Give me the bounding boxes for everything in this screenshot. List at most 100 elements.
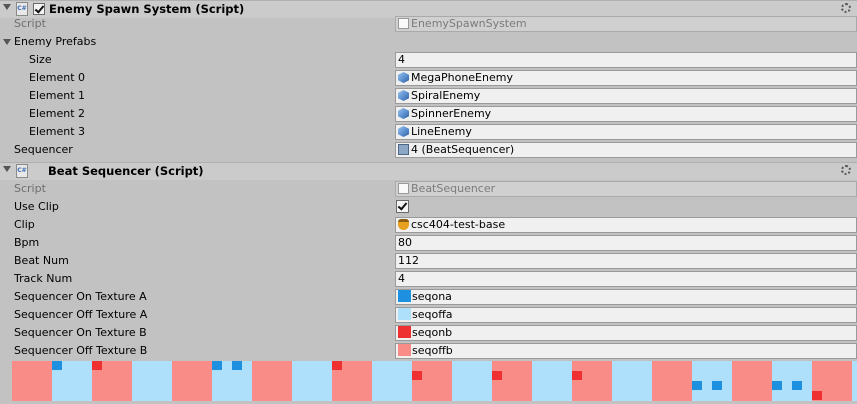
texture-on-b-label: Sequencer On Texture B bbox=[14, 326, 147, 339]
sequencer-preview[interactable] bbox=[12, 361, 857, 401]
texture-on-b-row: Sequencer On Texture B seqonb bbox=[0, 324, 857, 342]
element-3-row: Element 3 LineEnemy bbox=[0, 123, 857, 141]
sequencer-cell[interactable] bbox=[172, 361, 212, 401]
texture-swatch-icon bbox=[398, 344, 411, 356]
texture-off-b-value: seqoffb bbox=[412, 344, 453, 357]
fold-arrow-icon[interactable] bbox=[3, 39, 11, 45]
size-value: 4 bbox=[398, 53, 405, 66]
element-label: Element 3 bbox=[29, 125, 86, 138]
texture-off-a-value: seqoffa bbox=[412, 308, 453, 321]
element-2-row: Element 2 SpinnerEnemy bbox=[0, 105, 857, 123]
beat-on-marker bbox=[492, 371, 502, 380]
beat-num-value: 112 bbox=[398, 254, 419, 267]
sequencer-field[interactable]: 4 (BeatSequencer) bbox=[395, 142, 857, 158]
track-num-input[interactable]: 4 bbox=[395, 271, 857, 287]
bpm-row: Bpm 80 bbox=[0, 234, 857, 252]
sequencer-cell[interactable] bbox=[652, 361, 692, 401]
component-title: Enemy Spawn System (Script) bbox=[49, 2, 245, 16]
track-num-value: 4 bbox=[398, 272, 405, 285]
track-num-label: Track Num bbox=[14, 272, 73, 285]
fold-arrow-icon[interactable] bbox=[3, 4, 11, 10]
element-value: MegaPhoneEnemy bbox=[411, 71, 513, 84]
size-input[interactable]: 4 bbox=[395, 52, 857, 68]
element-0-row: Element 0 MegaPhoneEnemy bbox=[0, 69, 857, 87]
script-icon: C# bbox=[16, 164, 28, 178]
component-enabled-checkbox[interactable] bbox=[33, 3, 45, 15]
gear-icon[interactable] bbox=[841, 165, 851, 175]
bpm-label: Bpm bbox=[14, 236, 40, 249]
element-label: Element 2 bbox=[29, 107, 86, 120]
sequencer-cell[interactable] bbox=[852, 361, 857, 401]
enemy-prefabs-row[interactable]: Enemy Prefabs bbox=[0, 33, 857, 51]
sequencer-cell[interactable] bbox=[572, 361, 612, 401]
texture-on-b-value: seqonb bbox=[412, 326, 453, 339]
texture-on-b-field[interactable]: seqonb bbox=[395, 325, 857, 341]
sequencer-cell[interactable] bbox=[532, 361, 572, 401]
gear-icon[interactable] bbox=[841, 3, 851, 13]
prefab-icon bbox=[398, 90, 409, 101]
script-row: Script BeatSequencer bbox=[0, 180, 857, 198]
beat-num-label: Beat Num bbox=[14, 254, 69, 267]
sequencer-cell[interactable] bbox=[332, 361, 372, 401]
beat-on-marker bbox=[812, 391, 822, 400]
texture-off-b-field[interactable]: seqoffb bbox=[395, 343, 857, 359]
element-3-field[interactable]: LineEnemy bbox=[395, 124, 857, 140]
texture-swatch-icon bbox=[398, 290, 411, 302]
element-1-field[interactable]: SpiralEnemy bbox=[395, 88, 857, 104]
sequencer-cell[interactable] bbox=[132, 361, 172, 401]
beat-on-marker bbox=[232, 361, 242, 370]
texture-off-b-label: Sequencer Off Texture B bbox=[14, 344, 148, 357]
element-value: LineEnemy bbox=[411, 125, 472, 138]
element-0-field[interactable]: MegaPhoneEnemy bbox=[395, 70, 857, 86]
texture-swatch-icon bbox=[398, 326, 411, 338]
enemy-prefabs-label: Enemy Prefabs bbox=[14, 35, 97, 48]
sequencer-cell[interactable] bbox=[812, 361, 852, 401]
script-field: BeatSequencer bbox=[395, 181, 857, 197]
sequencer-cell[interactable] bbox=[492, 361, 532, 401]
element-value: SpinnerEnemy bbox=[411, 107, 492, 120]
sequencer-cell[interactable] bbox=[212, 361, 252, 401]
script-label: Script bbox=[14, 17, 46, 30]
size-label: Size bbox=[29, 53, 52, 66]
clip-field[interactable]: csc404-test-base bbox=[395, 217, 857, 233]
prefab-icon bbox=[398, 72, 409, 83]
texture-on-a-row: Sequencer On Texture A seqona bbox=[0, 288, 857, 306]
sequencer-cell[interactable] bbox=[612, 361, 652, 401]
beat-sequencer-header[interactable]: C# Beat Sequencer (Script) bbox=[0, 162, 857, 180]
audio-clip-icon bbox=[398, 219, 409, 230]
beat-on-marker bbox=[412, 371, 422, 380]
component-title: Beat Sequencer (Script) bbox=[48, 164, 204, 178]
sequencer-cell[interactable] bbox=[692, 361, 732, 401]
beat-on-marker bbox=[332, 361, 342, 370]
beat-on-marker bbox=[792, 381, 802, 390]
sequencer-cell[interactable] bbox=[412, 361, 452, 401]
texture-on-a-field[interactable]: seqona bbox=[395, 289, 857, 305]
fold-arrow-icon[interactable] bbox=[3, 166, 11, 172]
script-row: Script EnemySpawnSystem bbox=[0, 15, 857, 33]
component-icon bbox=[398, 144, 409, 155]
prefab-icon bbox=[398, 108, 409, 119]
sequencer-cell[interactable] bbox=[12, 361, 52, 401]
clip-value: csc404-test-base bbox=[411, 218, 506, 231]
beat-num-input[interactable]: 112 bbox=[395, 253, 857, 269]
element-2-field[interactable]: SpinnerEnemy bbox=[395, 106, 857, 122]
beat-on-marker bbox=[212, 361, 222, 370]
sequencer-cell[interactable] bbox=[772, 361, 812, 401]
sequencer-cell[interactable] bbox=[372, 361, 412, 401]
sequencer-cell[interactable] bbox=[732, 361, 772, 401]
script-value: BeatSequencer bbox=[411, 182, 496, 195]
sequencer-row: Sequencer 4 (BeatSequencer) bbox=[0, 141, 857, 159]
texture-off-a-field[interactable]: seqoffa bbox=[395, 307, 857, 323]
track-num-row: Track Num 4 bbox=[0, 270, 857, 288]
sequencer-cell[interactable] bbox=[292, 361, 332, 401]
use-clip-checkbox[interactable] bbox=[396, 200, 409, 213]
beat-on-marker bbox=[692, 381, 702, 390]
sequencer-label: Sequencer bbox=[14, 143, 73, 156]
texture-off-a-label: Sequencer Off Texture A bbox=[14, 308, 148, 321]
sequencer-cell[interactable] bbox=[452, 361, 492, 401]
sequencer-cell[interactable] bbox=[92, 361, 132, 401]
bpm-input[interactable]: 80 bbox=[395, 235, 857, 251]
sequencer-cell[interactable] bbox=[52, 361, 92, 401]
sequencer-cell[interactable] bbox=[252, 361, 292, 401]
script-field: EnemySpawnSystem bbox=[395, 16, 857, 32]
